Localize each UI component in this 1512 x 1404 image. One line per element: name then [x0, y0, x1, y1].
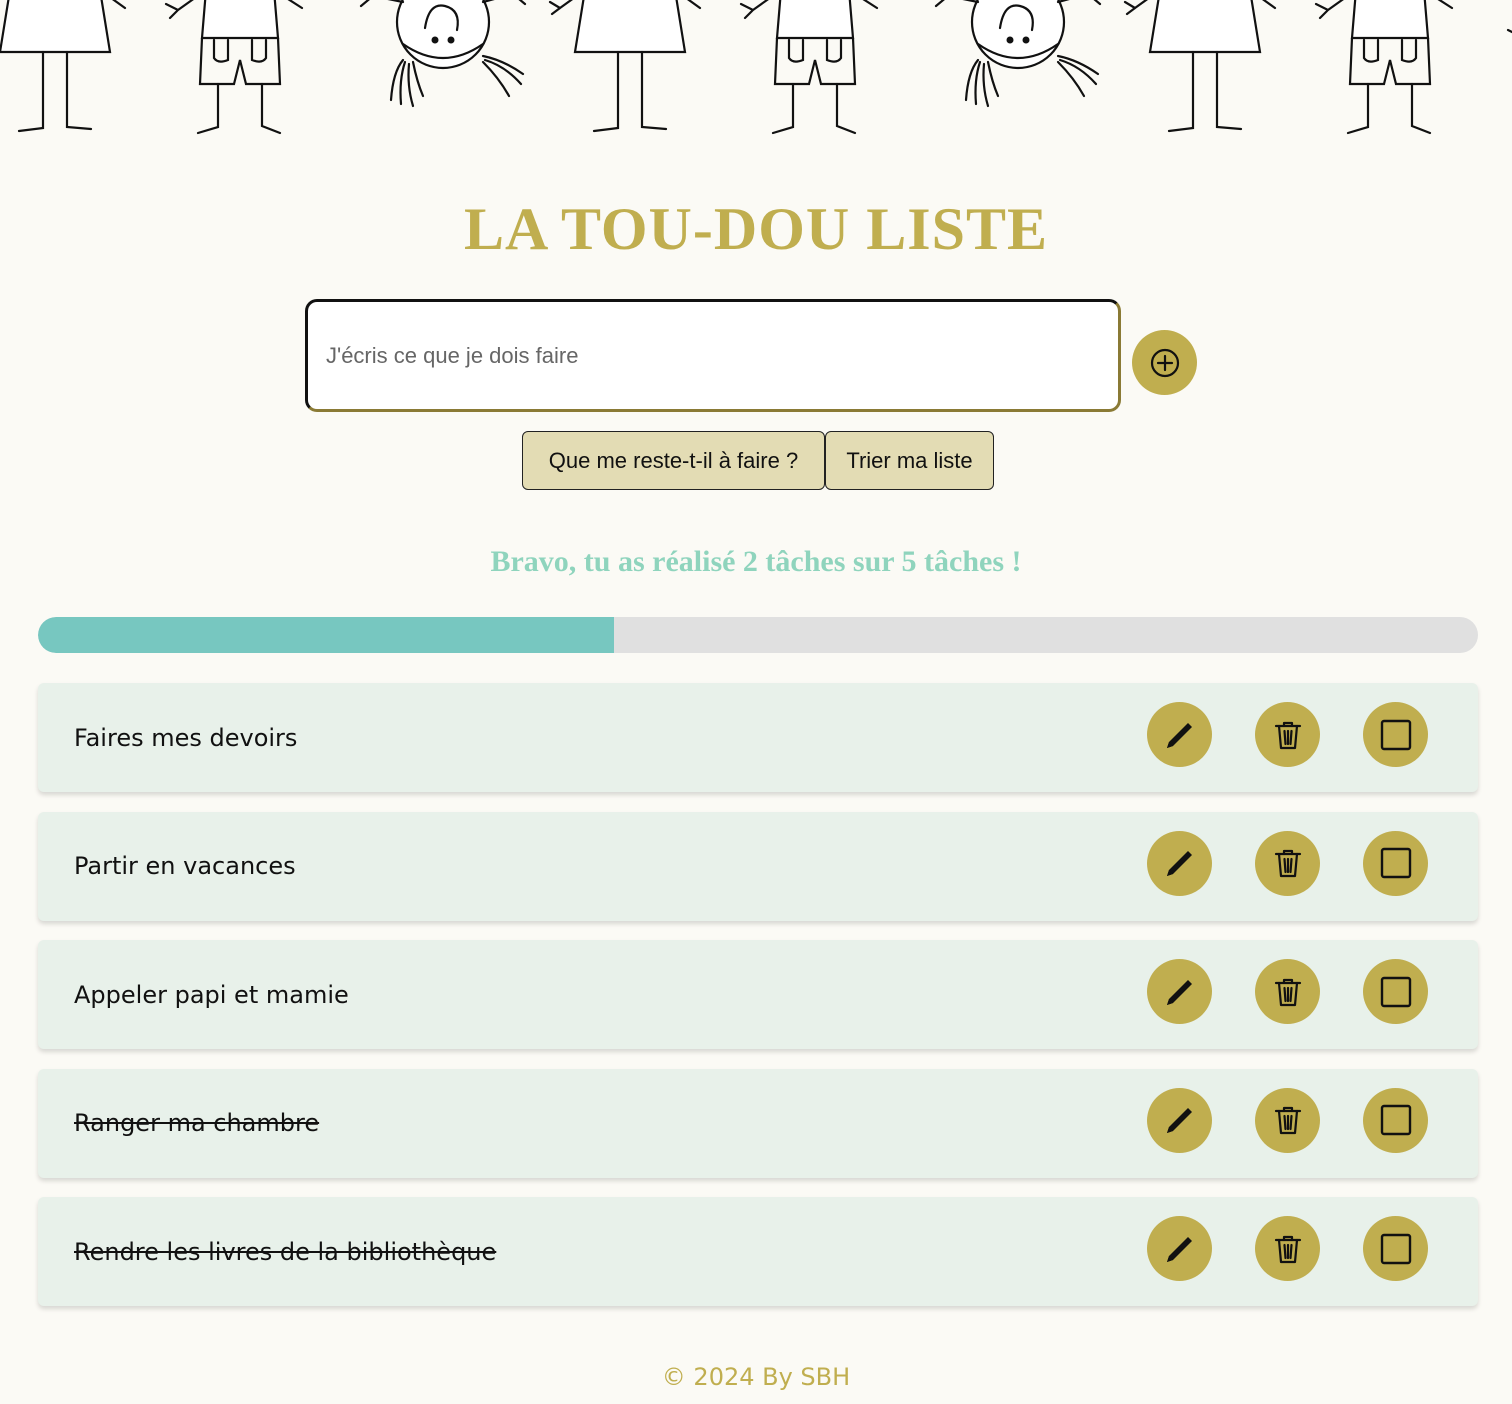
trash-icon: [1274, 721, 1301, 749]
task-list: Faires mes devoirs Partir en vacances Ap…: [38, 683, 1478, 1326]
task-item: Appeler papi et mamie: [38, 940, 1478, 1049]
complete-task-button[interactable]: [1363, 1216, 1428, 1281]
kids-banner-illustration: [0, 0, 1512, 150]
trash-icon: [1274, 1235, 1301, 1263]
delete-task-button[interactable]: [1255, 702, 1320, 767]
task-input[interactable]: [305, 299, 1121, 412]
pencil-icon: [1166, 1236, 1192, 1262]
pencil-icon: [1166, 722, 1192, 748]
complete-task-button[interactable]: [1363, 959, 1428, 1024]
edit-task-button[interactable]: [1147, 1087, 1212, 1153]
add-task-button[interactable]: [1132, 330, 1197, 395]
checkbox-icon: [1380, 976, 1411, 1007]
complete-task-button[interactable]: [1363, 702, 1428, 767]
task-label: Rendre les livres de la bibliothèque: [74, 1237, 497, 1266]
pencil-icon: [1166, 979, 1192, 1005]
progress-message: Bravo, tu as réalisé 2 tâches sur 5 tâch…: [490, 545, 1022, 578]
edit-task-button[interactable]: [1147, 702, 1212, 767]
task-label: Appeler papi et mamie: [74, 980, 349, 1009]
delete-task-button[interactable]: [1255, 1087, 1320, 1153]
checkbox-icon: [1380, 719, 1411, 750]
delete-task-button[interactable]: [1255, 1216, 1320, 1281]
task-item: Partir en vacances: [38, 811, 1478, 921]
progress-bar-fill: [38, 617, 614, 653]
edit-task-button[interactable]: [1147, 1216, 1212, 1281]
remaining-tasks-button[interactable]: Que me reste-t-il à faire ?: [522, 431, 825, 490]
pencil-icon: [1166, 851, 1192, 876]
task-label: Ranger ma chambre: [74, 1109, 320, 1137]
footer-copyright: © 2024 By SBH: [661, 1363, 851, 1391]
edit-task-button[interactable]: [1147, 959, 1212, 1024]
trash-icon: [1274, 849, 1301, 878]
task-item: Faires mes devoirs: [38, 683, 1478, 792]
pencil-icon: [1166, 1108, 1192, 1133]
sort-list-button[interactable]: Trier ma liste: [825, 431, 994, 490]
checkbox-icon: [1380, 1104, 1411, 1136]
delete-task-button[interactable]: [1255, 830, 1320, 896]
page-title: LA TOU-DOU LISTE: [464, 196, 1048, 262]
progress-bar: [38, 617, 1478, 653]
task-label: Faires mes devoirs: [74, 723, 298, 752]
task-label: Partir en vacances: [74, 852, 296, 880]
checkbox-icon: [1380, 847, 1411, 879]
task-item: Rendre les livres de la bibliothèque: [38, 1197, 1478, 1306]
task-item: Ranger ma chambre: [38, 1068, 1478, 1178]
checkbox-icon: [1380, 1233, 1411, 1264]
delete-task-button[interactable]: [1255, 959, 1320, 1024]
complete-task-button[interactable]: [1363, 830, 1428, 896]
plus-circle-icon: [1150, 348, 1179, 377]
edit-task-button[interactable]: [1147, 830, 1212, 896]
trash-icon: [1274, 1106, 1301, 1135]
trash-icon: [1274, 978, 1301, 1006]
complete-task-button[interactable]: [1363, 1087, 1428, 1153]
